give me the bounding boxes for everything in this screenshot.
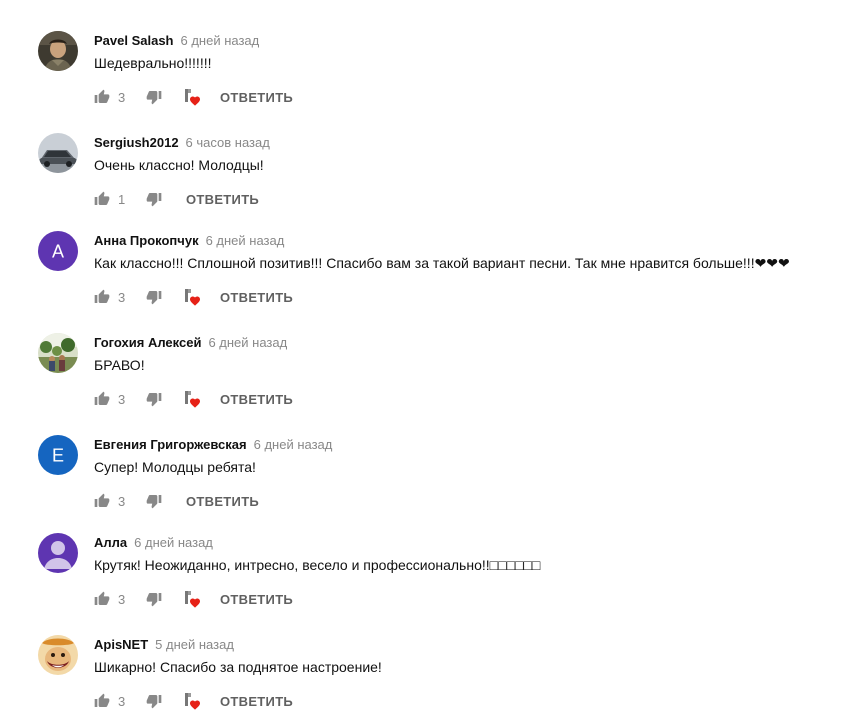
comment-timestamp[interactable]: 6 дней назад	[134, 535, 213, 550]
comment-actions: 3 ОТВЕТИТЬ	[94, 691, 293, 711]
comment-actions: 3 ОТВЕТИТЬ	[94, 589, 293, 609]
author-name[interactable]: Гогохия Алексей	[94, 335, 201, 350]
reply-button[interactable]: ОТВЕТИТЬ	[186, 494, 259, 509]
thumbs-down-icon[interactable]	[146, 89, 162, 105]
like-count: 3	[118, 693, 126, 709]
comments-section: Pavel Salash 6 дней назад Шедеврально!!!!!…	[0, 0, 857, 720]
comment-timestamp[interactable]: 5 дней назад	[155, 637, 234, 652]
comment-header: Алла 6 дней назад	[94, 535, 213, 551]
comment-actions: 3 ОТВЕТИТЬ	[94, 287, 293, 307]
svg-text:E: E	[52, 446, 64, 466]
reply-button[interactable]: ОТВЕТИТЬ	[186, 192, 259, 207]
avatar[interactable]	[38, 333, 78, 373]
thumbs-down-icon[interactable]	[146, 191, 162, 207]
comment: A Анна Прокопчук 6 дней назад Как классно!!…	[0, 231, 857, 331]
comment-header: Анна Прокопчук 6 дней назад	[94, 233, 284, 249]
thumbs-down-icon[interactable]	[146, 289, 162, 305]
comment-header: Гогохия Алексей 6 дней назад	[94, 335, 287, 351]
comment: Pavel Salash 6 дней назад Шедеврально!!!!!…	[0, 31, 857, 131]
like-count: 3	[118, 289, 126, 305]
thumbs-down-icon[interactable]	[146, 591, 162, 607]
avatar[interactable]	[38, 635, 78, 675]
avatar[interactable]	[38, 31, 78, 71]
comment-timestamp[interactable]: 6 часов назад	[186, 135, 270, 150]
thumbs-down-icon[interactable]	[146, 493, 162, 509]
comment-actions: 1 ОТВЕТИТЬ	[94, 189, 259, 209]
like-count: 1	[118, 191, 126, 207]
author-name[interactable]: Sergiush2012	[94, 135, 179, 150]
reply-button[interactable]: ОТВЕТИТЬ	[220, 694, 293, 709]
avatar[interactable]: E	[38, 435, 78, 475]
author-name[interactable]: Анна Прокопчук	[94, 233, 199, 248]
creator-heart-icon	[184, 692, 202, 710]
like-count: 3	[118, 493, 126, 509]
comment-timestamp[interactable]: 6 дней назад	[254, 437, 333, 452]
comment: E Евгения Григоржевская 6 дней назад Супер!…	[0, 435, 857, 535]
comment-text: Крутяк! Неожиданно, интресно, весело и п…	[94, 557, 541, 573]
reply-button[interactable]: ОТВЕТИТЬ	[220, 392, 293, 407]
thumbs-up-icon[interactable]	[94, 289, 110, 305]
creator-heart-icon	[184, 390, 202, 408]
author-name[interactable]: ApisNET	[94, 637, 148, 652]
thumbs-up-icon[interactable]	[94, 693, 110, 709]
creator-heart-icon	[184, 88, 202, 106]
comment: ApisNET 5 дней назад Шикарно! Спасибо за п…	[0, 635, 857, 720]
creator-heart-icon	[184, 590, 202, 608]
comment: Алла 6 дней назад Крутяк! Неожиданно, интр…	[0, 533, 857, 633]
comment-header: Pavel Salash 6 дней назад	[94, 33, 259, 49]
author-name[interactable]: Алла	[94, 535, 127, 550]
comment-text: Шикарно! Спасибо за поднятое настроение!	[94, 659, 382, 675]
like-count: 3	[118, 391, 126, 407]
author-name[interactable]: Pavel Salash	[94, 33, 174, 48]
comment-actions: 3 ОТВЕТИТЬ	[94, 491, 259, 511]
comment-actions: 3 ОТВЕТИТЬ	[94, 389, 293, 409]
comment-text: Очень классно! Молодцы!	[94, 157, 264, 173]
thumbs-up-icon[interactable]	[94, 493, 110, 509]
svg-text:A: A	[52, 242, 64, 262]
author-name[interactable]: Евгения Григоржевская	[94, 437, 247, 452]
reply-button[interactable]: ОТВЕТИТЬ	[220, 592, 293, 607]
thumbs-up-icon[interactable]	[94, 89, 110, 105]
comment-header: Sergiush2012 6 часов назад	[94, 135, 270, 151]
thumbs-up-icon[interactable]	[94, 191, 110, 207]
creator-heart-icon	[184, 288, 202, 306]
avatar[interactable]	[38, 133, 78, 173]
comment-text: БРАВО!	[94, 357, 145, 373]
like-count: 3	[118, 89, 126, 105]
comment-text: Шедеврально!!!!!!!	[94, 55, 212, 71]
avatar[interactable]: A	[38, 231, 78, 271]
comment-text: Как классно!!! Сплошной позитив!!! Спаси…	[94, 255, 790, 271]
thumbs-down-icon[interactable]	[146, 693, 162, 709]
comment-timestamp[interactable]: 6 дней назад	[206, 233, 285, 248]
comment-timestamp[interactable]: 6 дней назад	[208, 335, 287, 350]
comment-actions: 3 ОТВЕТИТЬ	[94, 87, 293, 107]
comment-text: Супер! Молодцы ребята!	[94, 459, 256, 475]
reply-button[interactable]: ОТВЕТИТЬ	[220, 90, 293, 105]
comment-header: Евгения Григоржевская 6 дней назад	[94, 437, 332, 453]
thumbs-down-icon[interactable]	[146, 391, 162, 407]
avatar[interactable]	[38, 533, 78, 573]
thumbs-up-icon[interactable]	[94, 391, 110, 407]
comment-header: ApisNET 5 дней назад	[94, 637, 234, 653]
thumbs-up-icon[interactable]	[94, 591, 110, 607]
comment-timestamp[interactable]: 6 дней назад	[181, 33, 260, 48]
comment: Sergiush2012 6 часов назад Очень классно! …	[0, 133, 857, 233]
reply-button[interactable]: ОТВЕТИТЬ	[220, 290, 293, 305]
like-count: 3	[118, 591, 126, 607]
comment: Гогохия Алексей 6 дней назад БРАВО! 3 ОТВЕТИ…	[0, 333, 857, 433]
